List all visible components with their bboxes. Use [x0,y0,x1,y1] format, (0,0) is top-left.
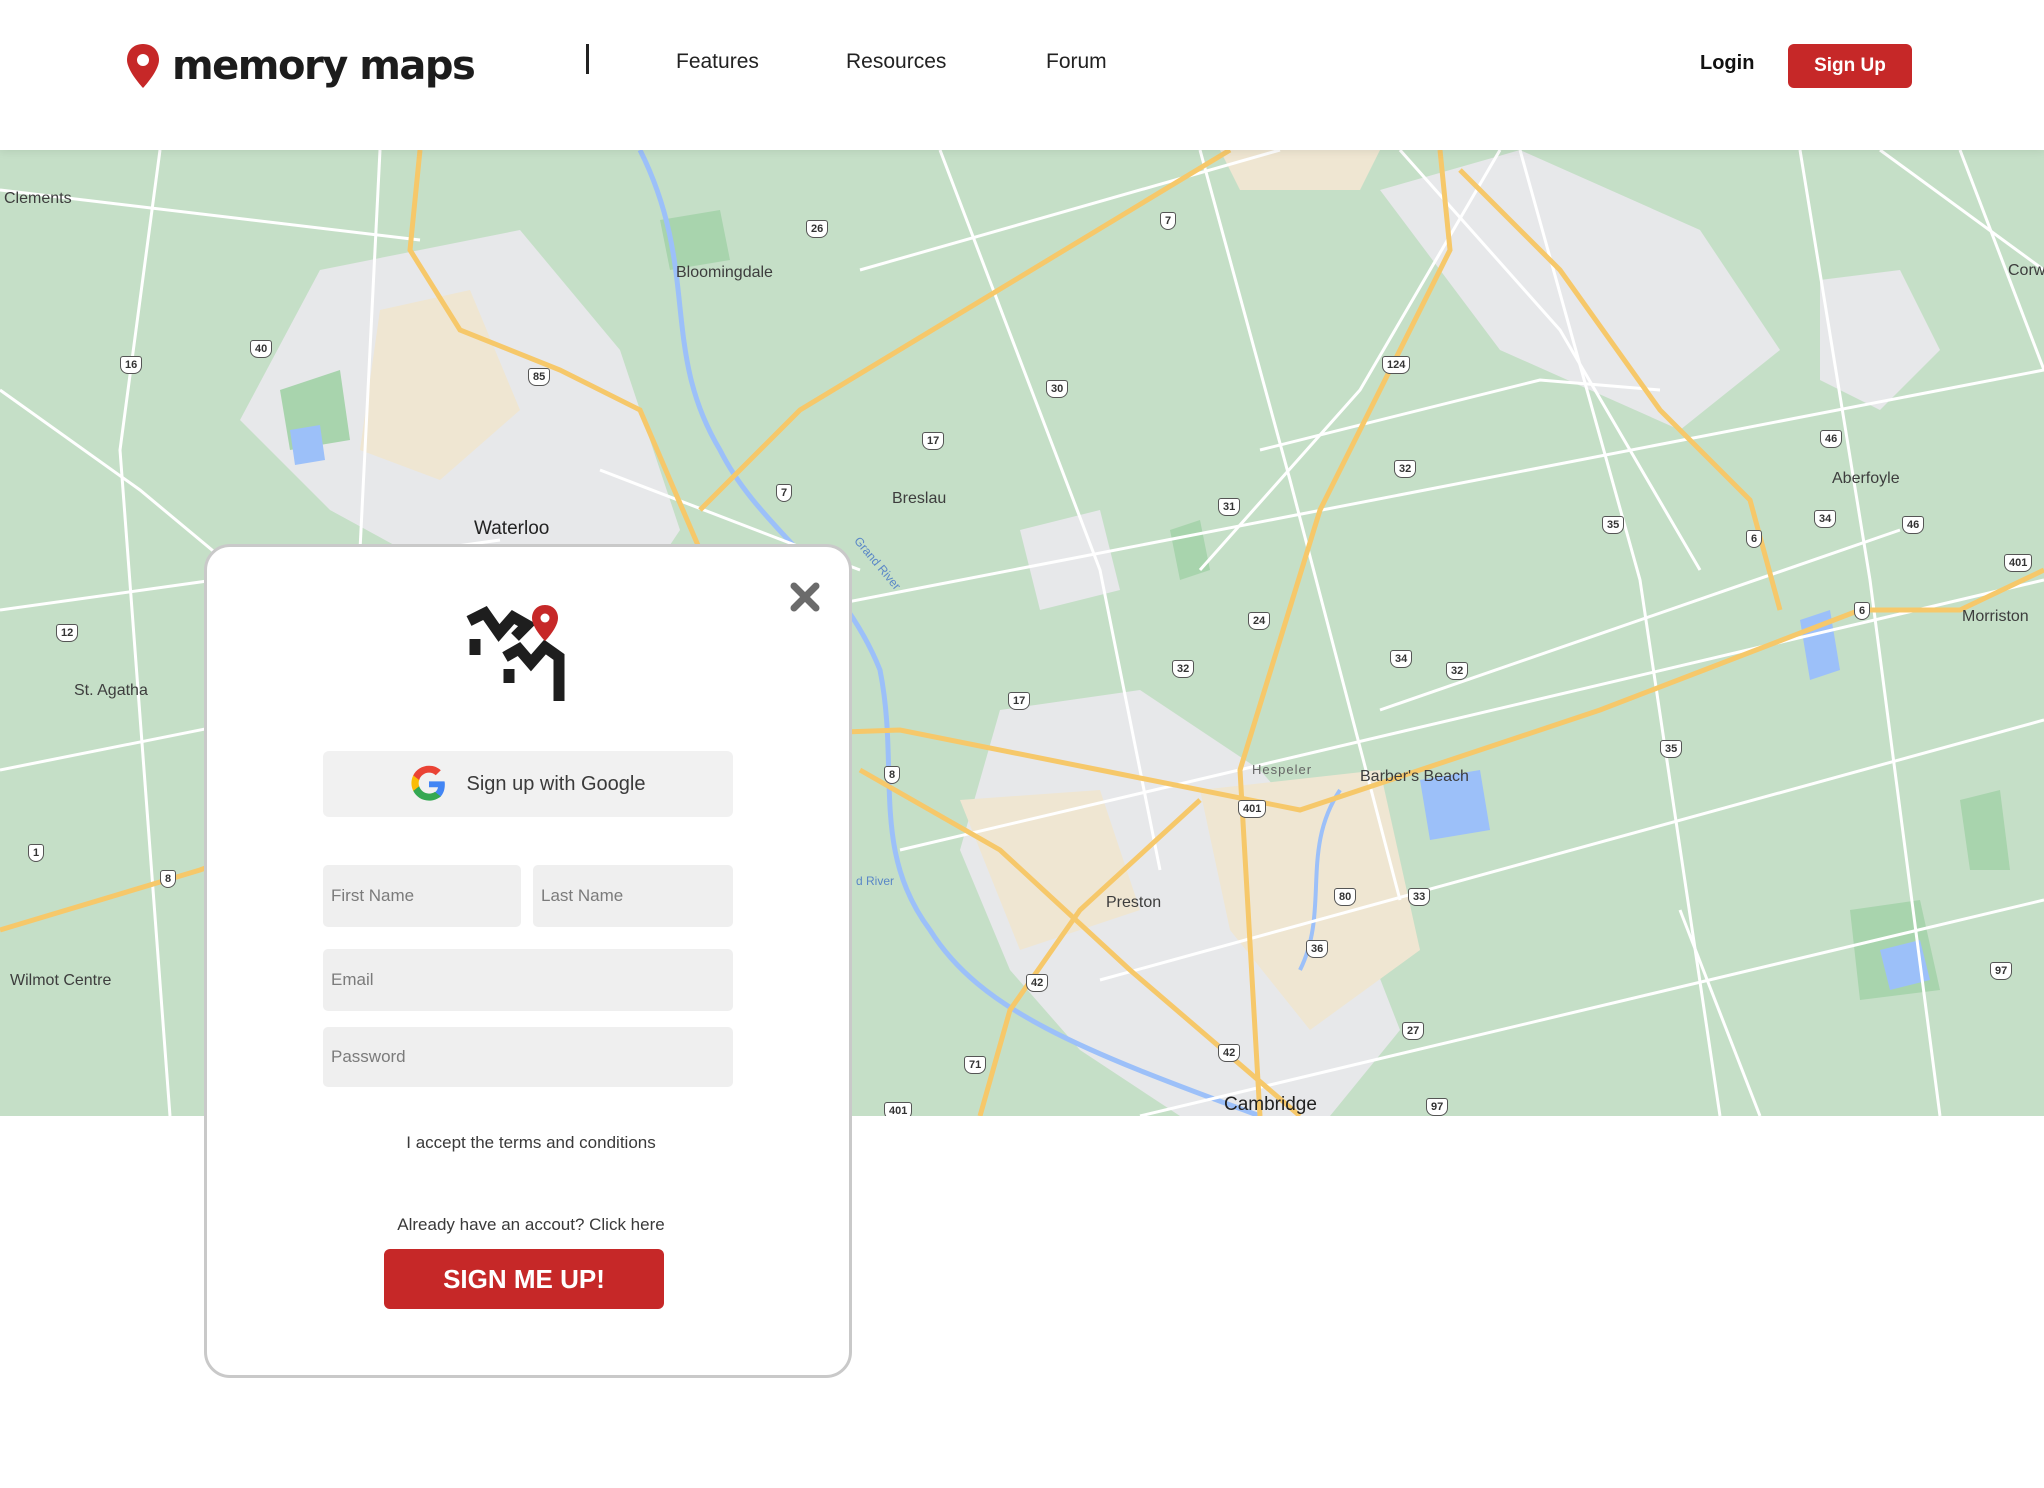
mm-logo-icon [466,605,565,701]
email-field[interactable] [323,949,733,1011]
highway-shield: 32 [1446,662,1469,680]
map-label-place: Hespeler [1252,762,1313,777]
map-label-place: Waterloo [474,518,550,539]
highway-shield: 97 [1426,1098,1449,1116]
highway-shield: 35 [1660,740,1683,758]
highway-shield: 7 [776,484,793,502]
highway-shield: 7 [1160,212,1177,230]
highway-shield: 124 [1382,356,1411,374]
highway-shield: 42 [1218,1044,1241,1062]
map-label-place: Corw [2008,262,2044,279]
highway-shield: 34 [1814,510,1837,528]
highway-shield: 17 [1008,692,1031,710]
map-label-place: Breslau [892,490,947,507]
google-signup-label: Sign up with Google [466,772,646,795]
terms-checkbox-label[interactable]: I accept the terms and conditions [207,1133,855,1153]
map-pin-icon [127,44,159,88]
header-divider [586,44,589,74]
map-label-place: Clements [4,190,72,207]
highway-shield: 8 [884,766,901,784]
highway-shield: 42 [1026,974,1049,992]
highway-shield: 6 [1854,602,1871,620]
sign-me-up-button[interactable]: SIGN ME UP! [384,1249,664,1309]
highway-shield: 6 [1746,530,1763,548]
highway-shield: 46 [1902,516,1925,534]
map-label-place: Morriston [1962,608,2029,625]
close-icon[interactable] [785,577,825,617]
highway-shield: 401 [1238,800,1267,818]
highway-shield: 27 [1402,1022,1425,1040]
highway-shield: 26 [806,220,829,238]
site-header: memory maps Features Resources Forum Log… [0,0,2044,150]
highway-shield: 8 [160,870,177,888]
login-link[interactable]: Login [1700,52,1754,75]
highway-shield: 1 [28,844,45,862]
map-label-place: St. Agatha [74,682,148,699]
map-label-place: Barber's Beach [1360,768,1469,785]
login-redirect-link[interactable]: Already have an accout? Click here [207,1215,855,1235]
map-label-place: Cambridge [1224,1094,1317,1115]
nav-features[interactable]: Features [676,50,759,74]
highway-shield: 33 [1408,888,1431,906]
signup-button[interactable]: Sign Up [1788,44,1912,88]
highway-shield: 40 [250,340,273,358]
last-name-field[interactable] [533,865,733,927]
highway-shield: 32 [1172,660,1195,678]
map-label-river: d River [856,874,895,888]
nav-resources[interactable]: Resources [846,50,946,74]
google-signup-button[interactable]: Sign up with Google [323,751,733,817]
highway-shield: 16 [120,356,143,374]
highway-shield: 80 [1334,888,1357,906]
highway-shield: 97 [1990,962,2013,980]
highway-shield: 401 [884,1102,913,1116]
nav-forum[interactable]: Forum [1046,50,1107,74]
map-label-place: Bloomingdale [676,264,773,281]
map-label-place: Preston [1106,894,1162,911]
map-label-place: Wilmot Centre [10,972,112,989]
highway-shield: 12 [56,624,79,642]
highway-shield: 17 [922,432,945,450]
highway-shield: 35 [1602,516,1625,534]
highway-shield: 32 [1394,460,1417,478]
highway-shield: 36 [1306,940,1329,958]
google-icon [411,765,446,801]
signup-modal: Sign up with Google I accept the terms a… [204,544,852,1378]
brand-name: memory maps [172,43,476,89]
highway-shield: 34 [1390,650,1413,668]
highway-shield: 85 [528,368,551,386]
highway-shield: 401 [2004,554,2033,572]
map-label-place: Aberfoyle [1832,470,1900,487]
first-name-field[interactable] [323,865,521,927]
brand-logo[interactable]: memory maps [124,42,476,90]
highway-shield: 46 [1820,430,1843,448]
highway-shield: 30 [1046,380,1069,398]
highway-shield: 31 [1218,498,1241,516]
highway-shield: 71 [964,1056,987,1074]
password-field[interactable] [323,1027,733,1087]
highway-shield: 24 [1248,612,1271,630]
